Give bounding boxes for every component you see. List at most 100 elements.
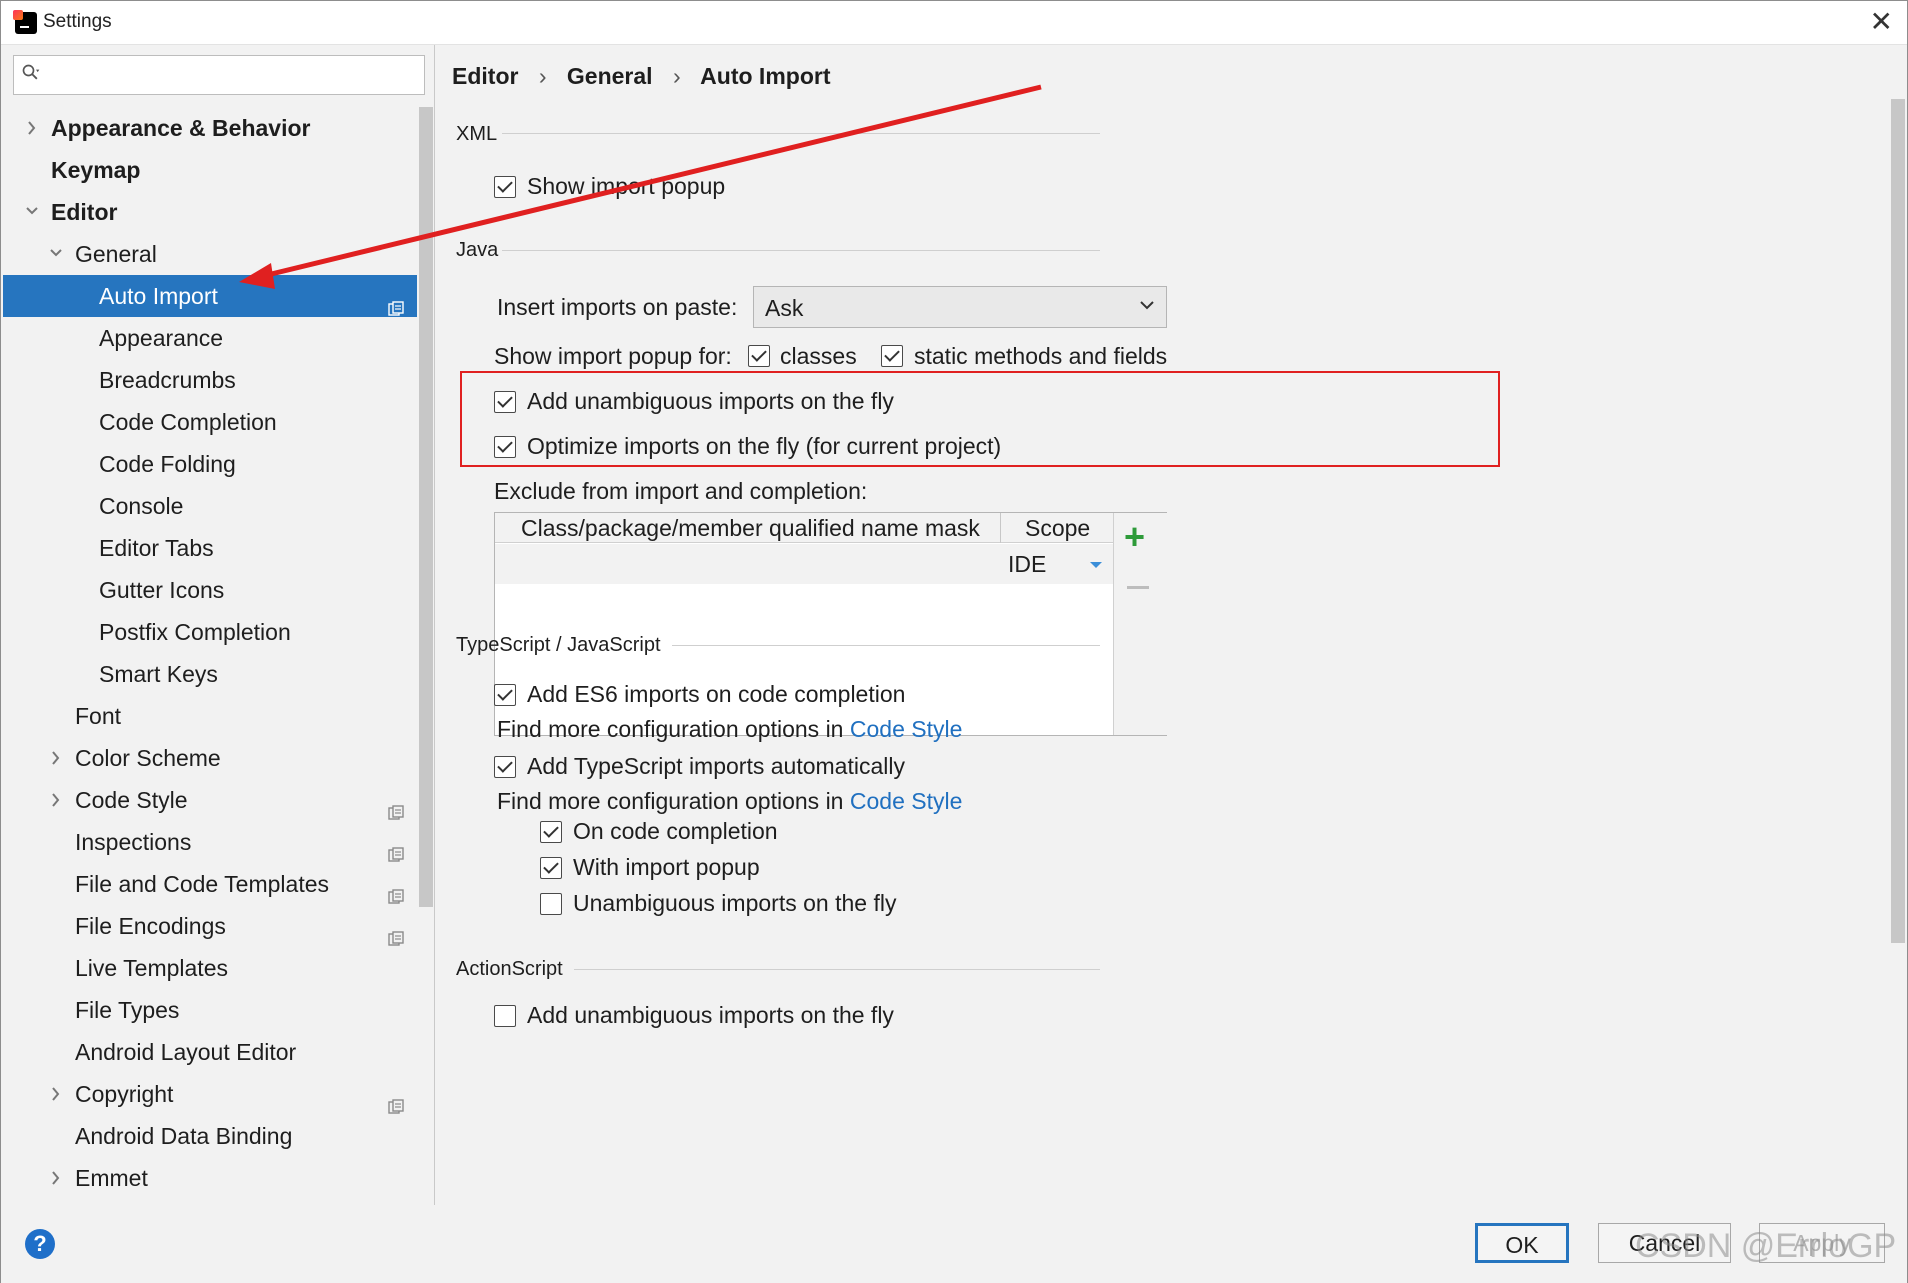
breadcrumb-separator: › — [672, 63, 681, 89]
project-settings-icon — [388, 834, 404, 862]
sidebar-item-label: Keymap — [51, 157, 141, 183]
intellij-app-icon — [13, 10, 37, 34]
add-icon[interactable]: + — [1124, 519, 1145, 555]
typescript-section-title: TypeScript / JavaScript — [456, 634, 661, 656]
chevron-right-icon[interactable] — [48, 1073, 64, 1115]
sidebar-item-console[interactable]: Console — [3, 485, 417, 527]
sidebar-item-label: Console — [99, 493, 184, 519]
sidebar-item-label: Smart Keys — [99, 661, 218, 687]
content-scrollbar[interactable] — [1891, 99, 1905, 943]
settings-search-input[interactable] — [13, 55, 425, 95]
sidebar-item-file-encodings[interactable]: File Encodings — [3, 905, 417, 947]
settings-window: Settings ✕ Appearance & Behavior Keymap Ed… — [0, 0, 1908, 1283]
sidebar-item-gutter-icons[interactable]: Gutter Icons — [3, 569, 417, 611]
typescript-separator — [672, 645, 1100, 646]
scope-cell: IDE — [1008, 551, 1047, 577]
sidebar-item-live-templates[interactable]: Live Templates — [3, 947, 417, 989]
sidebar-item-emmet[interactable]: Emmet — [3, 1157, 417, 1199]
sidebar-item-label: Appearance — [99, 325, 224, 351]
sidebar-item-font[interactable]: Font — [3, 695, 417, 737]
search-icon — [22, 64, 40, 80]
chevron-down-icon[interactable] — [24, 191, 40, 233]
sidebar-item-breadcrumbs[interactable]: Breadcrumbs — [3, 359, 417, 401]
sidebar-item-label: Code Folding — [99, 451, 236, 477]
column-divider — [1000, 513, 1001, 543]
chevron-right-icon[interactable] — [24, 107, 40, 149]
help-icon[interactable]: ? — [25, 1229, 55, 1259]
close-icon[interactable]: ✕ — [1870, 7, 1893, 37]
sidebar-item-inspections[interactable]: Inspections — [3, 821, 417, 863]
breadcrumb-auto-import: Auto Import — [700, 63, 831, 89]
project-settings-icon — [388, 1086, 404, 1114]
sidebar-item-appearance-behavior[interactable]: Appearance & Behavior — [3, 107, 417, 149]
sidebar-item-label: Android Data Binding — [75, 1123, 293, 1149]
table-row[interactable]: IDE — [495, 544, 1113, 584]
sidebar-item-label: Inspections — [75, 829, 192, 855]
xml-show-import-popup-checkbox[interactable] — [494, 176, 516, 198]
chevron-down-icon[interactable] — [48, 233, 64, 275]
sidebar-item-label: Gutter Icons — [99, 577, 225, 603]
sidebar-item-label: Appearance & Behavior — [51, 115, 311, 141]
project-settings-icon — [388, 876, 404, 904]
sidebar-item-editor-tabs[interactable]: Editor Tabs — [3, 527, 417, 569]
sidebar-item-postfix-completion[interactable]: Postfix Completion — [3, 611, 417, 653]
add-es6-checkbox[interactable] — [494, 684, 516, 706]
xml-show-import-popup-label: Show import popup — [527, 173, 726, 199]
sidebar-item-file-types[interactable]: File Types — [3, 989, 417, 1031]
sidebar-item-appearance[interactable]: Appearance — [3, 317, 417, 359]
sidebar-item-keymap[interactable]: Keymap — [3, 149, 417, 191]
breadcrumb-general[interactable]: General — [567, 63, 653, 89]
sidebar-item-auto-import[interactable]: Auto Import — [3, 275, 417, 317]
chevron-right-icon[interactable] — [48, 737, 64, 779]
sidebar-item-label: Postfix Completion — [99, 619, 291, 645]
find-more-label-1: Find more configuration options in — [497, 716, 844, 742]
actionscript-section-title: ActionScript — [456, 958, 563, 980]
chevron-right-icon[interactable] — [48, 779, 64, 821]
sidebar-item-code-style[interactable]: Code Style — [3, 779, 417, 821]
sidebar-item-label: Emmet — [75, 1165, 148, 1191]
xml-section-title: XML — [456, 123, 498, 145]
sidebar-item-copyright[interactable]: Copyright — [3, 1073, 417, 1115]
sidebar-item-code-folding[interactable]: Code Folding — [3, 443, 417, 485]
sidebar-item-editor[interactable]: Editor — [3, 191, 417, 233]
sidebar-item-label: Code Style — [75, 787, 188, 813]
on-code-completion-checkbox[interactable] — [540, 821, 562, 843]
sidebar-item-file-and-code-templates[interactable]: File and Code Templates — [3, 863, 417, 905]
breadcrumb-editor[interactable]: Editor — [452, 63, 518, 89]
find-more-text-2: Find more configuration options in Code … — [497, 788, 962, 815]
sidebar-item-android-data-binding[interactable]: Android Data Binding — [3, 1115, 417, 1157]
sidebar-item-general[interactable]: General — [3, 233, 417, 275]
classes-label: classes — [780, 343, 857, 369]
column-header-mask[interactable]: Class/package/member qualified name mask — [521, 515, 980, 542]
scope-dropdown-icon[interactable] — [1089, 560, 1103, 570]
actionscript-add-unambiguous-checkbox[interactable] — [494, 1005, 516, 1027]
sidebar-item-android-layout-editor[interactable]: Android Layout Editor — [3, 1031, 417, 1073]
sidebar-item-code-completion[interactable]: Code Completion — [3, 401, 417, 443]
sidebar-item-label: File and Code Templates — [75, 871, 329, 897]
with-import-popup-checkbox[interactable] — [540, 857, 562, 879]
chevron-right-icon[interactable] — [48, 1157, 64, 1199]
actionscript-add-unambiguous-label: Add unambiguous imports on the fly — [527, 1002, 894, 1028]
remove-icon[interactable] — [1127, 586, 1149, 589]
column-header-scope[interactable]: Scope — [1025, 515, 1090, 542]
watermark-text: CSDN @ErrloGP — [1635, 1227, 1897, 1265]
insert-on-paste-select[interactable]: Ask — [753, 286, 1167, 328]
sidebar-item-label: Android Layout Editor — [75, 1039, 297, 1065]
classes-checkbox[interactable] — [748, 345, 770, 367]
settings-content: Editor › General › Auto Import XML Show … — [437, 45, 1907, 1205]
code-style-link-2[interactable]: Code Style — [850, 788, 963, 814]
add-typescript-checkbox[interactable] — [494, 756, 516, 778]
sidebar-item-label: Color Scheme — [75, 745, 221, 771]
static-methods-checkbox[interactable] — [881, 345, 903, 367]
sidebar-item-color-scheme[interactable]: Color Scheme — [3, 737, 417, 779]
sidebar-item-label: Copyright — [75, 1081, 174, 1107]
ok-button[interactable]: OK — [1475, 1223, 1569, 1263]
add-typescript-label: Add TypeScript imports automatically — [527, 753, 905, 779]
sidebar-scrollbar[interactable] — [419, 107, 433, 907]
sidebar-item-smart-keys[interactable]: Smart Keys — [3, 653, 417, 695]
with-import-popup-label: With import popup — [573, 854, 760, 880]
sidebar-item-label: Editor — [51, 199, 118, 225]
sidebar-item-label: General — [75, 241, 157, 267]
unambiguous-on-fly-checkbox[interactable] — [540, 893, 562, 915]
code-style-link-1[interactable]: Code Style — [850, 716, 963, 742]
